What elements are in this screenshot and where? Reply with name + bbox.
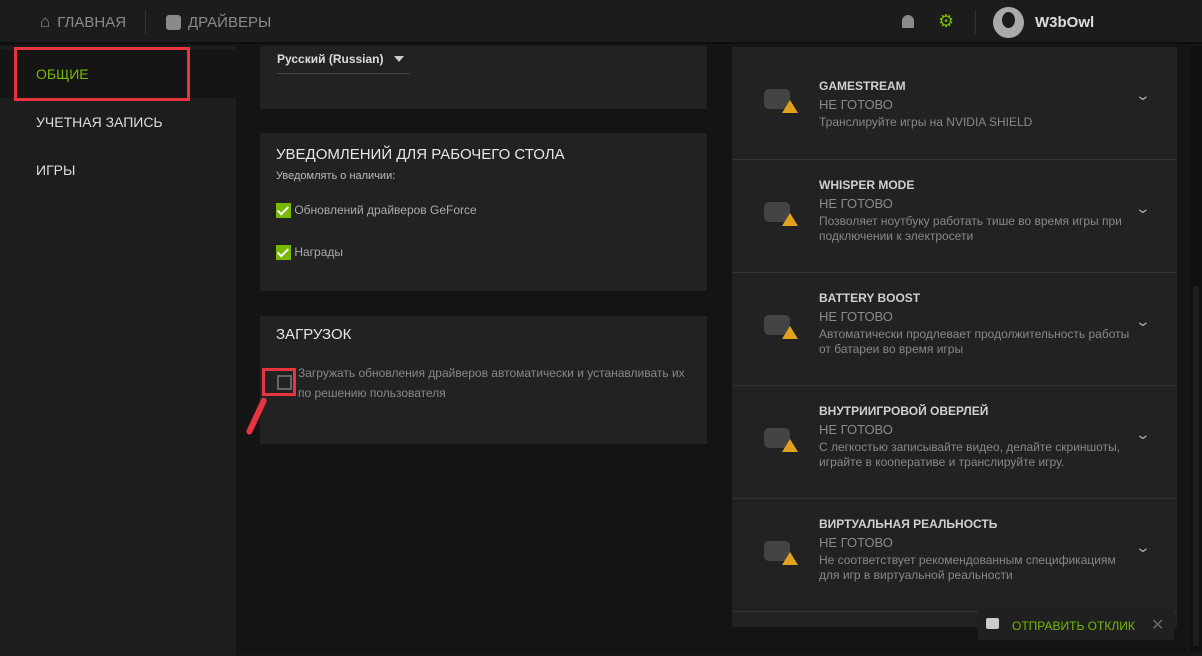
nav-drivers[interactable]: ДРАЙВЕРЫ	[166, 0, 271, 44]
checkbox-label: Обновлений драйверов GeForce	[294, 203, 477, 217]
feature-warning-icon	[764, 311, 798, 339]
features-panel: GAMESTREAM НЕ ГОТОВО Транслируйте игры н…	[732, 47, 1177, 627]
checkbox-label: Награды	[294, 245, 344, 259]
nav-drivers-label: ДРАЙВЕРЫ	[188, 13, 272, 31]
feature-status: НЕ ГОТОВО	[819, 97, 893, 112]
feature-description: Позволяет ноутбуку работать тише во врем…	[819, 214, 1122, 243]
feature-description: С легкостью записывайте видео, делайте с…	[819, 440, 1121, 469]
sidebar-item-games[interactable]: ИГРЫ	[0, 146, 236, 194]
checkbox[interactable]	[276, 203, 291, 219]
divider	[145, 10, 146, 34]
chevron-down-icon	[394, 56, 404, 62]
home-icon: ⌂	[40, 12, 51, 31]
feature-item[interactable]: ВИРТУАЛЬНАЯ РЕАЛЬНОСТЬ НЕ ГОТОВО Не соот…	[732, 499, 1177, 612]
notifications-subtitle: Уведомлять о наличии:	[276, 170, 396, 182]
language-selected: Русский (Russian)	[277, 52, 384, 66]
highlight-box	[262, 368, 296, 396]
close-icon[interactable]: ✕	[1151, 615, 1164, 635]
feedback-button[interactable]: ОТПРАВИТЬ ОТКЛИК	[1012, 619, 1135, 633]
feature-warning-icon	[764, 198, 798, 226]
feature-name: ВНУТРИИГРОВОЙ ОВЕРЛЕЙ	[819, 404, 989, 418]
feature-status: НЕ ГОТОВО	[819, 196, 893, 211]
language-panel: Русский (Russian)	[260, 46, 707, 109]
nav-home[interactable]: ⌂ ГЛАВНАЯ	[40, 0, 126, 44]
checkbox-rewards[interactable]: Награды	[276, 245, 344, 261]
feature-item[interactable]: GAMESTREAM НЕ ГОТОВО Транслируйте игры н…	[732, 47, 1177, 160]
drivers-icon	[166, 14, 181, 30]
feature-warning-icon	[764, 537, 798, 565]
chevron-down-icon[interactable]: ⌄	[1135, 539, 1151, 556]
feature-status: НЕ ГОТОВО	[819, 422, 893, 437]
notifications-panel: УВЕДОМЛЕНИЙ ДЛЯ РАБОЧЕГО СТОЛА Уведомлят…	[260, 133, 707, 291]
notifications-title: УВЕДОМЛЕНИЙ ДЛЯ РАБОЧЕГО СТОЛА	[276, 146, 565, 163]
feature-description: Не соответствует рекомендованным специфи…	[819, 553, 1116, 582]
feature-name: BATTERY BOOST	[819, 291, 921, 305]
feature-item[interactable]: ВНУТРИИГРОВОЙ ОВЕРЛЕЙ НЕ ГОТОВО С легкос…	[732, 386, 1177, 499]
username[interactable]: W3bOwl	[1035, 14, 1094, 31]
language-dropdown[interactable]: Русский (Russian)	[277, 52, 410, 74]
sidebar: ОБЩИЕ УЧЕТНАЯ ЗАПИСЬ ИГРЫ	[0, 46, 236, 656]
main-content: Русский (Russian) УВЕДОМЛЕНИЙ ДЛЯ РАБОЧЕ…	[236, 46, 1186, 652]
chevron-down-icon[interactable]: ⌄	[1135, 313, 1151, 330]
feedback-bar[interactable]: ОТПРАВИТЬ ОТКЛИК ✕	[978, 610, 1174, 640]
sidebar-item-account[interactable]: УЧЕТНАЯ ЗАПИСЬ	[0, 98, 236, 146]
checkbox[interactable]	[276, 245, 291, 261]
checkbox-label: Загружать обновления драйверов автоматич…	[298, 366, 685, 400]
downloads-panel: ЗАГРУЗОК Загружать обновления драйверов …	[260, 316, 707, 444]
feature-warning-icon	[764, 424, 798, 452]
avatar[interactable]	[993, 7, 1024, 38]
feature-item[interactable]: WHISPER MODE НЕ ГОТОВО Позволяет ноутбук…	[732, 160, 1177, 273]
feature-name: ВИРТУАЛЬНАЯ РЕАЛЬНОСТЬ	[819, 517, 998, 531]
gear-icon[interactable]: ⚙	[938, 11, 954, 32]
feature-warning-icon	[764, 85, 798, 113]
feature-item[interactable]: BATTERY BOOST НЕ ГОТОВО Автоматически пр…	[732, 273, 1177, 386]
feature-name: GAMESTREAM	[819, 79, 906, 93]
feature-name: WHISPER MODE	[819, 178, 915, 192]
chevron-down-icon[interactable]: ⌄	[1135, 426, 1151, 443]
bell-icon[interactable]	[902, 15, 914, 28]
feature-status: НЕ ГОТОВО	[819, 535, 893, 550]
chevron-down-icon[interactable]: ⌄	[1135, 87, 1151, 104]
highlight-box	[14, 47, 190, 101]
feature-description: Автоматически продлевает продолжительнос…	[819, 327, 1130, 356]
checkbox-driver-updates[interactable]: Обновлений драйверов GeForce	[276, 203, 477, 219]
feature-status: НЕ ГОТОВО	[819, 309, 893, 324]
sidebar-item-label: ИГРЫ	[36, 162, 76, 178]
downloads-title: ЗАГРУЗОК	[276, 326, 352, 343]
divider	[975, 10, 976, 34]
feature-description: Транслируйте игры на NVIDIA SHIELD	[819, 115, 1033, 129]
top-bar: ⌂ ГЛАВНАЯ ДРАЙВЕРЫ ⚙ W3bOwl	[0, 0, 1202, 44]
nav-home-label: ГЛАВНАЯ	[57, 13, 127, 31]
comment-icon	[986, 618, 999, 629]
scrollbar[interactable]	[1190, 46, 1202, 652]
chevron-down-icon[interactable]: ⌄	[1135, 200, 1151, 217]
sidebar-item-label: УЧЕТНАЯ ЗАПИСЬ	[36, 114, 163, 130]
